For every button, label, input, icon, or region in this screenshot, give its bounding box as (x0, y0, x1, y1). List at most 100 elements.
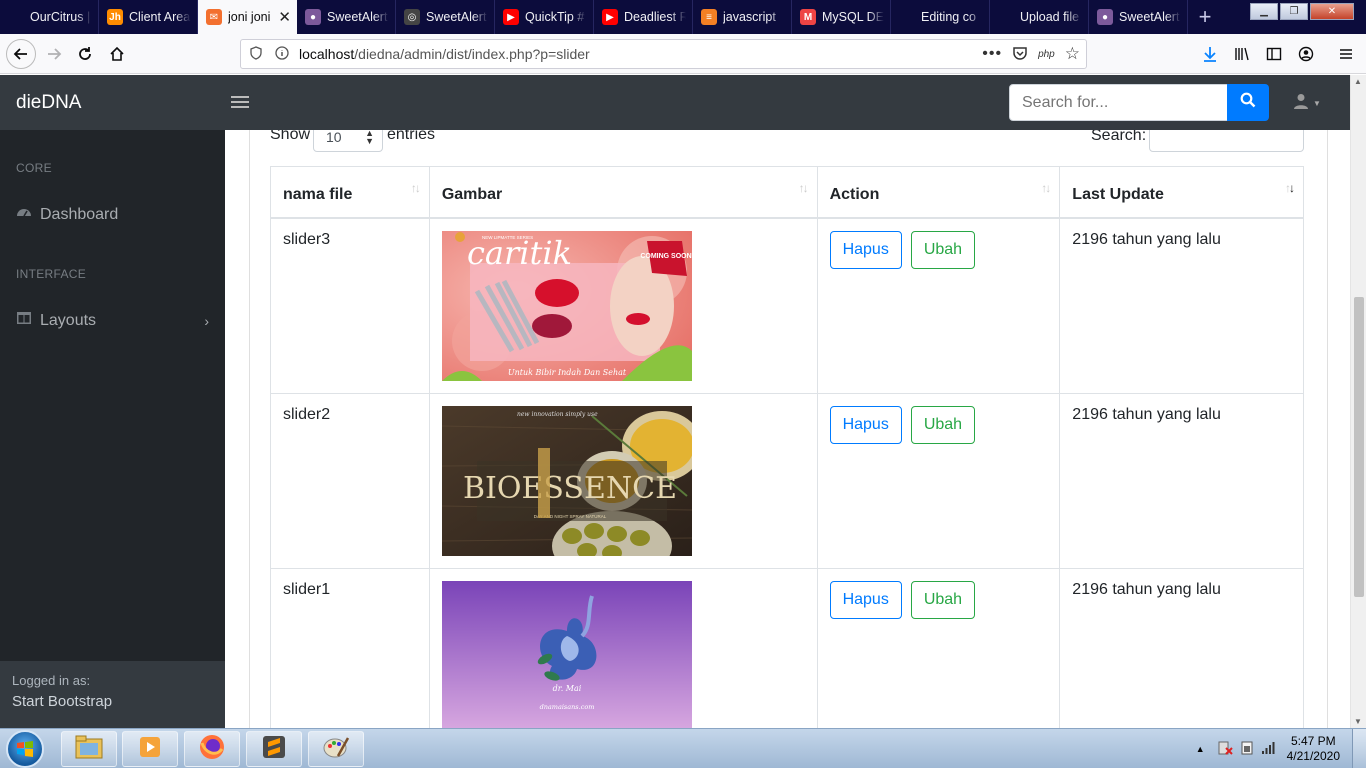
browser-tab[interactable]: Editing co (891, 0, 990, 34)
browser-tab[interactable]: ● SweetAlert (1089, 0, 1188, 34)
sublime-text-button[interactable] (246, 731, 302, 767)
browser-tab[interactable]: ≡ javascript (693, 0, 792, 34)
url-bar[interactable]: localhost/diedna/admin/dist/index.php?p=… (240, 39, 1087, 69)
sidebar-toggle-button[interactable] (231, 91, 249, 113)
browser-tab[interactable]: ● SweetAlert (297, 0, 396, 34)
forward-icon[interactable] (40, 40, 68, 68)
entries-label: entries (387, 130, 436, 143)
slider3-badge-text: COMING SOON (640, 253, 691, 260)
hapus-button[interactable]: Hapus (829, 405, 902, 444)
caret-down-icon: ▼ (1313, 99, 1321, 108)
close-window-button[interactable]: ✕ (1310, 3, 1354, 20)
browser-tab[interactable]: ◎ SweetAlert (396, 0, 495, 34)
table-search-input[interactable] (1149, 130, 1304, 152)
media-player-icon (137, 734, 163, 765)
download-icon[interactable] (1196, 40, 1224, 68)
windows-logo-icon (17, 741, 33, 757)
tab-title: joni joni (228, 10, 271, 24)
cell-action: Hapus Ubah (816, 392, 1061, 569)
firefox-button[interactable] (184, 731, 240, 767)
column-header-label: Last Update (1072, 185, 1164, 203)
browser-tab[interactable]: Upload file (990, 0, 1089, 34)
php-extension-icon[interactable]: php (1038, 49, 1055, 60)
cell-gambar: COMING SOON caritik NEW LIPMATTE SERIES … (428, 217, 818, 394)
shield-icon[interactable] (249, 45, 263, 63)
file-explorer-button[interactable] (61, 731, 117, 767)
scroll-up-icon[interactable]: ▲ (1354, 77, 1362, 86)
column-header-gambar[interactable]: Gambar ↑↓ (428, 166, 818, 219)
browser-nav-bar: localhost/diedna/admin/dist/index.php?p=… (0, 34, 1366, 74)
tab-favicon-icon: M (800, 9, 816, 25)
browser-tab[interactable]: ✉ joni joni ✕ (198, 0, 297, 34)
ubah-button[interactable]: Ubah (910, 580, 976, 619)
ubah-button[interactable]: Ubah (910, 405, 976, 444)
browser-tab[interactable]: ▶ QuickTip # (495, 0, 594, 34)
tab-favicon-icon: ▶ (602, 9, 618, 25)
info-icon[interactable] (275, 45, 289, 63)
tray-expand-icon[interactable]: ▲ (1196, 744, 1205, 754)
browser-tab[interactable]: M MySQL DE (792, 0, 891, 34)
tab-favicon-icon: ≡ (701, 9, 717, 25)
url-host: localhost (299, 46, 355, 62)
network-icon[interactable] (1261, 740, 1277, 759)
account-icon[interactable] (1292, 40, 1320, 68)
system-clock[interactable]: 5:47 PM 4/21/2020 (1287, 734, 1340, 764)
tab-favicon-icon: ● (1097, 9, 1113, 25)
pocket-icon[interactable] (1012, 45, 1028, 64)
hapus-button[interactable]: Hapus (829, 580, 902, 619)
app-brand[interactable]: dieDNA (16, 92, 81, 114)
windows-taskbar: ▲ 5:47 PM 4/21/2020 (0, 728, 1366, 768)
page-actions-icon[interactable]: ••• (982, 45, 1002, 63)
logged-in-label: Logged in as: (12, 673, 91, 688)
main-content: Show 10 ▲ ▼ entries Search: nama file ↑↓ … (225, 130, 1350, 728)
cell-nama-file: slider2 (270, 392, 430, 569)
window-controls: ▁ ❐ ✕ (1248, 3, 1354, 20)
search-button[interactable] (1227, 84, 1269, 121)
user-dropdown[interactable]: ▼ (1293, 93, 1321, 114)
search-icon (1240, 92, 1256, 113)
back-icon[interactable] (6, 39, 36, 69)
column-header-last-update[interactable]: Last Update ↑↓ (1059, 166, 1304, 219)
close-tab-icon[interactable]: ✕ (278, 8, 291, 26)
hapus-button[interactable]: Hapus (829, 230, 902, 269)
action-center-icon[interactable] (1217, 740, 1233, 759)
app-topbar: dieDNA ▼ (0, 75, 1350, 130)
battery-icon[interactable] (1239, 740, 1255, 759)
tab-favicon-icon (899, 9, 915, 25)
select-arrows-icon: ▲ ▼ (365, 130, 374, 146)
user-icon (1293, 93, 1309, 114)
page-scrollbar[interactable]: ▲ ▼ (1350, 75, 1366, 728)
column-header-label: Gambar (441, 185, 503, 203)
restore-button[interactable]: ❐ (1280, 3, 1308, 20)
menu-icon[interactable] (1332, 40, 1360, 68)
library-icon[interactable] (1228, 40, 1256, 68)
bookmark-star-icon[interactable]: ☆ (1065, 44, 1080, 64)
entries-length-value: 10 (326, 130, 342, 145)
search-input[interactable] (1009, 84, 1228, 121)
reload-icon[interactable] (71, 40, 99, 68)
sidebar-item-label: Layouts (40, 311, 97, 329)
cell-last-update: 2196 tahun yang lalu (1059, 217, 1304, 394)
browser-tab[interactable]: ▶ Deadliest R (594, 0, 693, 34)
browser-tab[interactable]: Jh Client Area (99, 0, 198, 34)
minimize-button[interactable]: ▁ (1250, 3, 1278, 20)
tab-title: SweetAlert (426, 10, 487, 24)
scroll-down-icon[interactable]: ▼ (1354, 717, 1362, 726)
sidebar-item-layouts[interactable]: Layouts › (16, 310, 209, 331)
slider2-top-text: new innovation simply use (517, 411, 598, 418)
slider2-image: BIOESSENCE DAY AND NIGHT SPRAY NATURAL n… (441, 405, 692, 556)
column-header-action[interactable]: Action ↑↓ (816, 166, 1061, 219)
sidebar-toggle-icon[interactable] (1260, 40, 1288, 68)
show-desktop-button[interactable] (1352, 729, 1366, 768)
ubah-button[interactable]: Ubah (910, 230, 976, 269)
new-tab-button[interactable]: + (1188, 0, 1222, 34)
browser-tab[interactable]: OurCitrus | Hal (0, 0, 99, 34)
sidebar-item-dashboard[interactable]: Dashboard (16, 204, 209, 225)
media-player-button[interactable] (122, 731, 178, 767)
column-header-nama-file[interactable]: nama file ↑↓ (270, 166, 430, 219)
scrollbar-thumb[interactable] (1354, 297, 1364, 597)
home-icon[interactable] (103, 40, 131, 68)
entries-length-select[interactable]: 10 ▲ ▼ (313, 130, 383, 152)
start-button[interactable] (6, 730, 44, 768)
paint-button[interactable] (308, 731, 364, 767)
